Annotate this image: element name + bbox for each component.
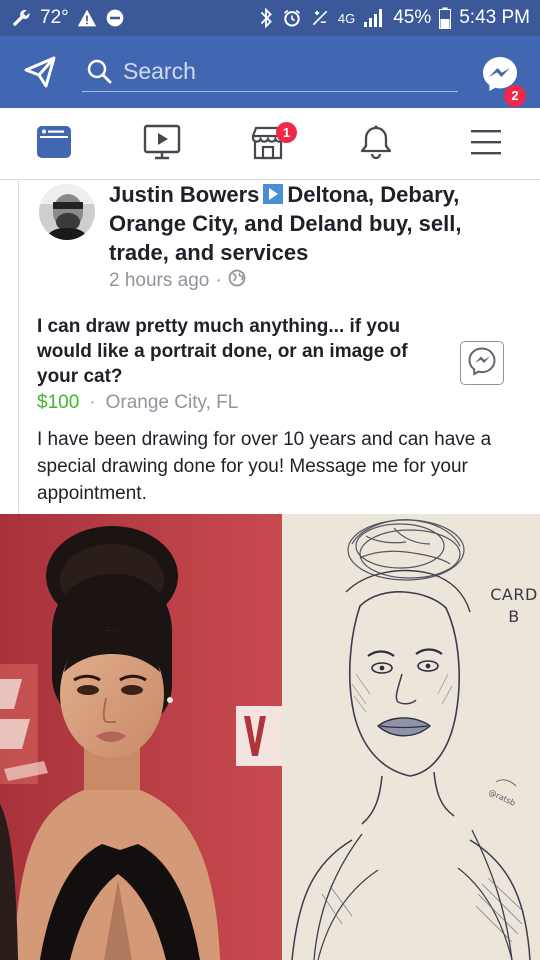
listing-price: $100 [37,392,80,413]
alarm-icon [282,8,302,28]
temperature-text: 72° [40,7,69,28]
search-placeholder: Search [123,58,196,84]
battery-icon [439,7,452,29]
marketplace-badge: 1 [276,122,297,143]
messenger-badge: 2 [504,85,526,107]
search-icon [86,58,112,89]
hamburger-menu-icon [469,127,503,162]
bluetooth-icon [258,7,274,29]
data-saver-icon [310,8,330,28]
reference-photo[interactable] [0,514,282,960]
listing-title[interactable]: I can draw pretty much anything... if yo… [37,314,447,389]
battery-percent: 45% [393,7,432,28]
sketch-caption: CARD B [486,584,540,628]
search-input[interactable]: Search [82,52,458,92]
warning-icon [77,8,97,28]
separator-dot: · [89,392,96,413]
send-camera-icon[interactable] [22,54,58,90]
post-body-text: I have been drawing for over 10 years an… [37,429,492,504]
signal-icon [363,8,385,28]
messenger-icon [467,346,497,381]
globe-icon [228,269,246,293]
separator-dot: · [215,270,222,291]
clock-time: 5:43 PM [459,7,530,28]
post-meta: 2 hours ago · [109,269,246,293]
wrench-icon [10,7,32,29]
watch-video-icon [143,124,181,165]
listing-location: Orange City, FL [105,392,239,413]
sketch-drawing[interactable]: @ratsb [282,514,540,960]
post-card: Justin Bowers Deltona, Debary, Orange Cit… [18,180,540,514]
arrow-right-icon [263,182,284,204]
news-feed-icon [36,125,72,164]
avatar[interactable] [39,184,95,240]
tab-notifications[interactable] [354,122,398,166]
author-name[interactable]: Justin Bowers [109,182,259,207]
sketch-caption-line2: B [508,607,520,626]
sketch-caption-line1: CARD [490,585,538,604]
listing-details: $100 · Orange City, FL [37,392,238,414]
navigation-tab-bar: 1 [0,108,540,180]
bell-icon [359,124,393,165]
status-bar: 72° 4G 45% 5:43 PM [0,0,540,36]
tab-menu[interactable] [464,122,508,166]
post-time[interactable]: 2 hours ago [109,270,209,292]
tab-news-feed[interactable] [32,122,76,166]
message-seller-button[interactable] [460,341,504,385]
tab-watch[interactable] [140,122,184,166]
search-header: Search 2 [0,36,540,108]
post-header: Justin Bowers Deltona, Debary, Orange Cit… [109,180,519,267]
do-not-disturb-icon [105,8,125,28]
network-type: 4G [337,10,356,26]
